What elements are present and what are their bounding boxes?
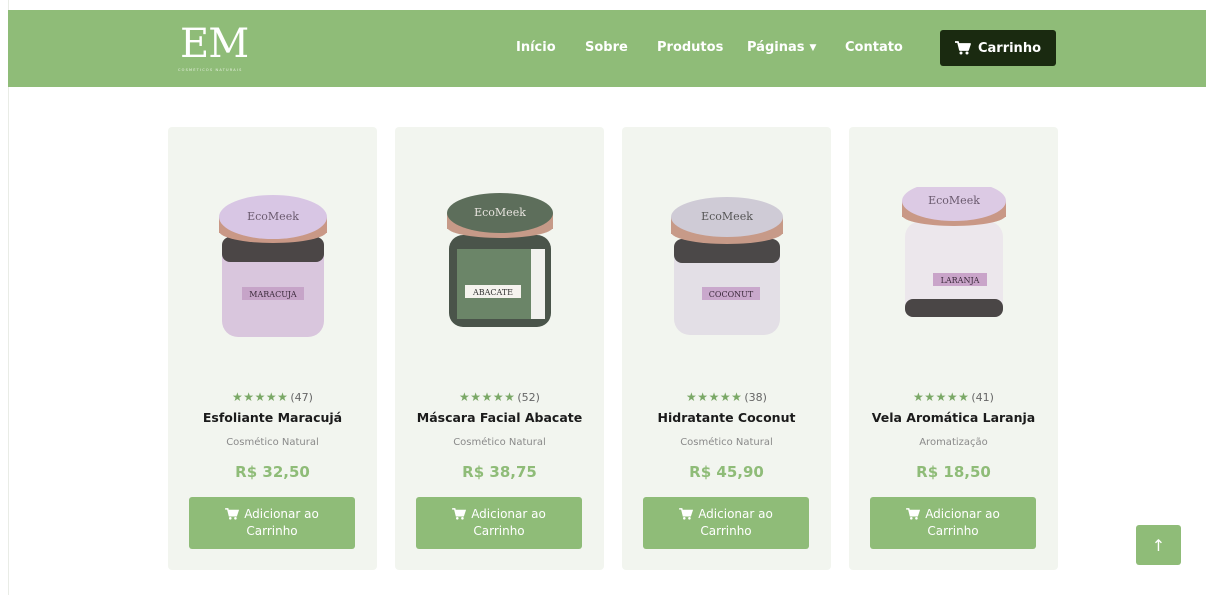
product-card-esfoliante-maracuja: EcoMeek MARACUJA ★★★★★ (47) Esfoliante Ma… bbox=[168, 127, 377, 570]
product-rating: ★★★★★ (38) bbox=[622, 390, 831, 404]
add-to-cart-label-line2: Carrinho bbox=[473, 524, 525, 538]
jar-label-text: COCONUT bbox=[708, 290, 753, 299]
add-to-cart-label-line1: Adicionar ao bbox=[244, 507, 319, 521]
nav-link-sobre[interactable]: Sobre bbox=[585, 39, 628, 57]
product-category: Cosmético Natural bbox=[680, 437, 773, 448]
product-price: R$ 18,50 bbox=[916, 463, 991, 481]
add-to-cart-label-line2: Carrinho bbox=[246, 524, 298, 538]
product-category: Aromatização bbox=[919, 437, 988, 448]
scroll-to-top-button[interactable]: ↑ bbox=[1136, 525, 1181, 565]
product-image[interactable]: EcoMeek LARANJA bbox=[849, 187, 1058, 367]
product-price: R$ 38,75 bbox=[462, 463, 537, 481]
jar-label-text: ABACATE bbox=[471, 288, 512, 297]
logo-monogram: EM bbox=[180, 21, 249, 67]
product-rating: ★★★★★ (47) bbox=[168, 390, 377, 404]
rating-count: (52) bbox=[517, 391, 540, 404]
product-image[interactable]: EcoMeek ABACATE bbox=[395, 187, 604, 367]
cart-icon bbox=[679, 508, 694, 520]
product-name[interactable]: Hidratante Coconut bbox=[622, 410, 831, 425]
jar-image: EcoMeek MARACUJA bbox=[218, 195, 327, 337]
rating-count: (47) bbox=[290, 391, 313, 404]
product-image[interactable]: EcoMeek COCONUT bbox=[622, 187, 831, 367]
cart-icon bbox=[225, 508, 240, 520]
product-name[interactable]: Vela Aromática Laranja bbox=[849, 410, 1058, 425]
jar-image: EcoMeek ABACATE bbox=[446, 193, 553, 327]
logo-tagline: COSMÉTICOS NATURAIS bbox=[178, 68, 243, 72]
jar-lid-text: EcoMeek bbox=[701, 210, 753, 223]
add-to-cart-button[interactable]: Adicionar ao Carrinho bbox=[643, 497, 809, 549]
rating-count: (41) bbox=[971, 391, 994, 404]
chevron-down-icon: ▼ bbox=[809, 43, 817, 53]
jar-label-text: MARACUJA bbox=[249, 290, 297, 299]
jar-image: EcoMeek COCONUT bbox=[670, 197, 783, 335]
add-to-cart-label-line1: Adicionar ao bbox=[471, 507, 546, 521]
product-price: R$ 32,50 bbox=[235, 463, 310, 481]
product-card-hidratante-coconut: EcoMeek COCONUT ★★★★★ (38) Hidratante Coc… bbox=[622, 127, 831, 570]
jar-label-text: LARANJA bbox=[940, 276, 979, 285]
add-to-cart-label-line2: Carrinho bbox=[927, 524, 979, 538]
nav-link-inicio[interactable]: Início bbox=[516, 39, 556, 57]
nav-link-paginas[interactable]: Páginas ▼ bbox=[747, 39, 816, 57]
star-rating-icons: ★★★★★ bbox=[913, 390, 970, 404]
product-price: R$ 45,90 bbox=[689, 463, 764, 481]
jar-lid-text: EcoMeek bbox=[928, 194, 980, 207]
add-to-cart-button[interactable]: Adicionar ao Carrinho bbox=[870, 497, 1036, 549]
cart-icon bbox=[452, 508, 467, 520]
cart-icon bbox=[954, 41, 971, 55]
top-navbar: EM COSMÉTICOS NATURAIS Início Sobre Prod… bbox=[8, 10, 1206, 87]
add-to-cart-button[interactable]: Adicionar ao Carrinho bbox=[416, 497, 582, 549]
product-rating: ★★★★★ (41) bbox=[849, 390, 1058, 404]
rating-count: (38) bbox=[744, 391, 767, 404]
page-left-border bbox=[0, 0, 9, 595]
product-rating: ★★★★★ (52) bbox=[395, 390, 604, 404]
add-to-cart-label-line2: Carrinho bbox=[700, 524, 752, 538]
jar-lid-text: EcoMeek bbox=[247, 210, 299, 223]
product-name[interactable]: Esfoliante Maracujá bbox=[168, 410, 377, 425]
product-category: Cosmético Natural bbox=[453, 437, 546, 448]
add-to-cart-label-line1: Adicionar ao bbox=[925, 507, 1000, 521]
cart-button-label: Carrinho bbox=[977, 40, 1042, 56]
nav-link-paginas-label: Páginas bbox=[747, 40, 805, 55]
product-category: Cosmético Natural bbox=[226, 437, 319, 448]
cart-button[interactable]: Carrinho bbox=[940, 30, 1056, 66]
product-card-mascara-abacate: EcoMeek ABACATE ★★★★★ (52) Máscara Facial… bbox=[395, 127, 604, 570]
jar-image: EcoMeek LARANJA bbox=[901, 187, 1006, 317]
star-rating-icons: ★★★★★ bbox=[459, 390, 516, 404]
product-name[interactable]: Máscara Facial Abacate bbox=[395, 410, 604, 425]
add-to-cart-button[interactable]: Adicionar ao Carrinho bbox=[189, 497, 355, 549]
star-rating-icons: ★★★★★ bbox=[686, 390, 743, 404]
brand-logo[interactable]: EM COSMÉTICOS NATURAIS bbox=[178, 20, 278, 75]
product-image[interactable]: EcoMeek MARACUJA bbox=[168, 187, 377, 367]
nav-link-contato[interactable]: Contato bbox=[845, 39, 903, 57]
jar-lid-text: EcoMeek bbox=[474, 206, 526, 219]
product-card-vela-laranja: EcoMeek LARANJA ★★★★★ (41) Vela Aromática… bbox=[849, 127, 1058, 570]
nav-link-produtos[interactable]: Produtos bbox=[657, 39, 723, 57]
arrow-up-icon: ↑ bbox=[1151, 535, 1166, 555]
add-to-cart-label-line1: Adicionar ao bbox=[698, 507, 773, 521]
cart-icon bbox=[906, 508, 921, 520]
star-rating-icons: ★★★★★ bbox=[232, 390, 289, 404]
